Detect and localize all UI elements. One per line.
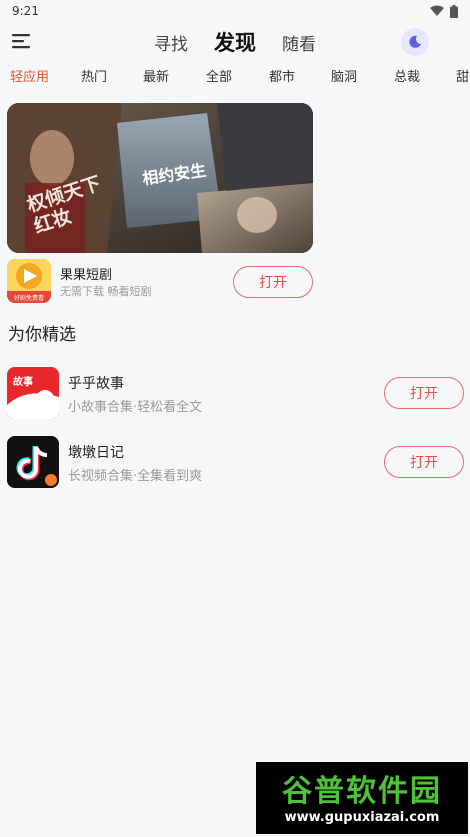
category-urban[interactable]: 都市 [269,66,295,85]
app-icon-huhu: 故事 [7,367,59,419]
watermark-url: www.gupuxiazai.com [284,810,440,825]
tab-discover[interactable]: 发现 [214,27,256,57]
music-note-icon [7,436,59,488]
top-tabs: 寻找 发现 随看 [0,24,470,60]
featured-app-icon-text: 好剧免费看 [13,295,44,302]
category-light-app[interactable]: 轻应用 [10,66,49,85]
status-time: 9:21 [12,4,39,18]
app-name: 乎乎故事 [68,376,124,392]
category-sweet[interactable]: 甜 [456,66,469,85]
huhu-open-button[interactable]: 打开 [384,377,464,409]
menu-icon [12,34,30,49]
featured-app-name: 果果短剧 [60,268,113,283]
featured-open-button[interactable]: 打开 [233,266,313,298]
status-icons [430,4,458,18]
header: 寻找 发现 随看 [0,24,470,60]
dundun-open-button[interactable]: 打开 [384,446,464,478]
app-icon-huhu-text: 故事 [13,377,33,388]
tab-find[interactable]: 寻找 [154,30,188,55]
theme-toggle-button[interactable] [401,28,429,56]
battery-icon [450,4,458,18]
category-bar: 轻应用 热门 最新 全部 都市 脑洞 总裁 甜 [0,64,470,86]
category-hot[interactable]: 热门 [81,66,107,85]
section-title: 为你精选 [8,325,76,345]
category-latest[interactable]: 最新 [143,66,169,85]
moon-icon [409,35,421,48]
category-fantasy[interactable]: 脑洞 [331,66,357,85]
watermark-logo: 谷普软件园 www.gupuxiazai.com [256,762,468,834]
app-desc: 长视频合集·全集看到爽 [68,469,203,484]
wifi-icon [430,5,444,16]
category-all[interactable]: 全部 [206,66,232,85]
watermark-title: 谷普软件园 [282,774,442,809]
menu-button[interactable] [12,32,34,52]
featured-banner[interactable]: 权倾天下 红妆 相约安生 [7,103,313,253]
app-desc: 小故事合集·轻松看全文 [68,400,203,415]
status-bar: 9:21 [0,0,470,22]
category-ceo[interactable]: 总裁 [394,66,420,85]
featured-app-desc: 无需下载 畅看短剧 [60,285,152,298]
featured-app-icon[interactable]: 好剧免费看 [7,259,51,303]
app-icon-dundun [7,436,59,488]
app-name: 墩墩日记 [68,445,124,461]
tab-watch[interactable]: 随看 [282,30,316,55]
